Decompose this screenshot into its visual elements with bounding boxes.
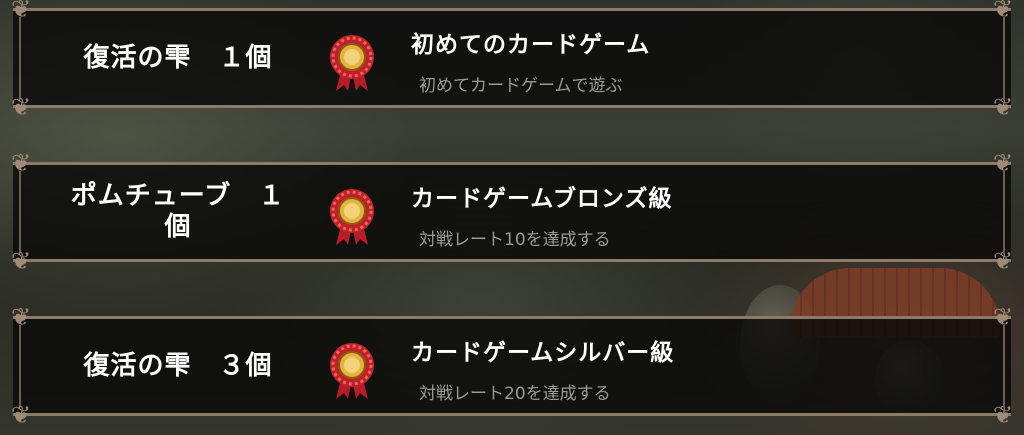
corner-ornament-icon: ❦ — [992, 93, 1014, 121]
achievement-description: 初めてカードゲームで遊ぶ — [419, 76, 623, 96]
corner-ornament-icon: ❦ — [992, 401, 1014, 429]
corner-ornament-icon: ❦ — [10, 303, 32, 331]
achievement-title: カードゲームシルバー級 — [411, 340, 675, 366]
corner-ornament-icon: ❦ — [10, 93, 32, 121]
medal-rosette-icon — [330, 343, 374, 399]
corner-ornament-icon: ❦ — [992, 247, 1014, 275]
corner-ornament-icon: ❦ — [10, 149, 32, 177]
achievement-row[interactable]: ❦ ❦ ❦ ❦ 復活の雫 ３個 カードゲームシルバー級 対戦レート20を達成する — [11, 305, 1013, 427]
achievement-description: 対戦レート20を達成する — [419, 384, 611, 404]
reward-text: 復活の雫 ３個 — [83, 350, 273, 381]
corner-ornament-icon: ❦ — [10, 247, 32, 275]
reward-text: ポムチューブ １個 — [70, 181, 286, 242]
corner-ornament-icon: ❦ — [992, 0, 1014, 23]
achievement-title: 初めてのカードゲーム — [411, 32, 651, 58]
medal-rosette-icon — [330, 35, 374, 91]
corner-ornament-icon: ❦ — [992, 303, 1014, 331]
corner-ornament-icon: ❦ — [992, 149, 1014, 177]
achievement-title: カードゲームブロンズ級 — [411, 186, 673, 212]
achievement-row[interactable]: ❦ ❦ ❦ ❦ ポムチューブ １個 カードゲームブロンズ級 対戦レート10を達成… — [11, 151, 1013, 273]
corner-ornament-icon: ❦ — [10, 0, 32, 23]
medal-rosette-icon — [330, 189, 374, 245]
achievement-description: 対戦レート10を達成する — [419, 230, 611, 250]
reward-text: 復活の雫 １個 — [83, 42, 273, 73]
achievement-row[interactable]: ❦ ❦ ❦ ❦ 復活の雫 １個 初めてのカードゲーム 初めてカードゲームで遊ぶ — [11, 0, 1013, 119]
corner-ornament-icon: ❦ — [10, 401, 32, 429]
